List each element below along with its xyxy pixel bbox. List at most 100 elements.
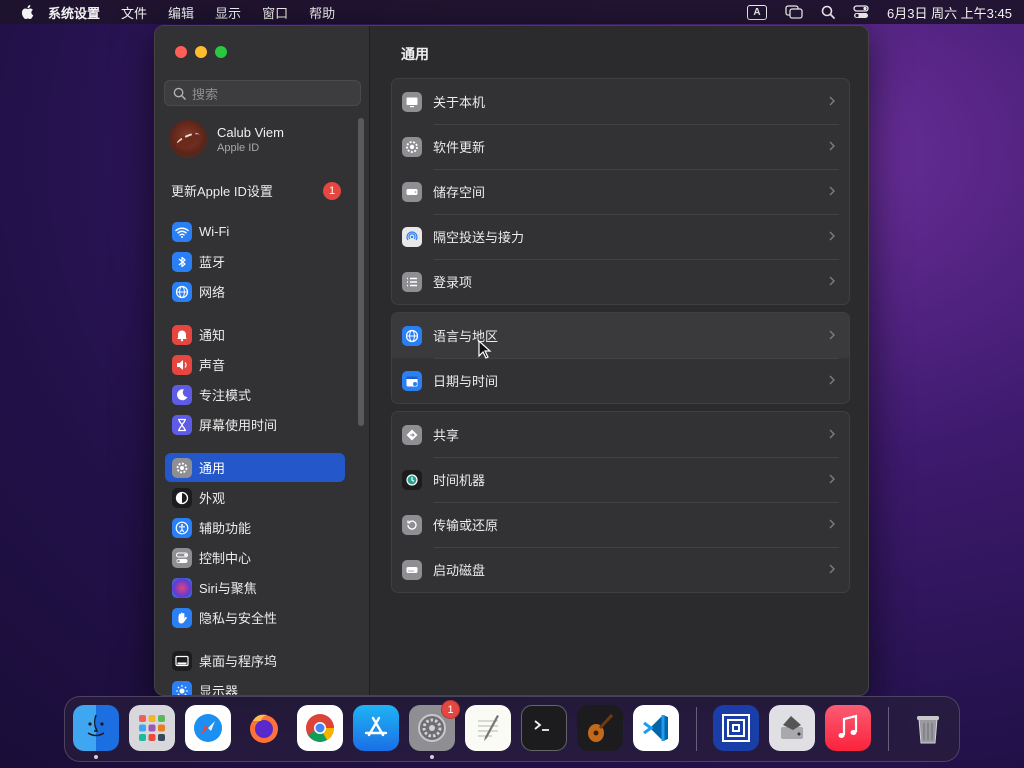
row-time-machine[interactable]: 时间机器 bbox=[392, 457, 849, 502]
sidebar-item-focus[interactable]: 专注模式 bbox=[165, 380, 345, 409]
vscode-icon bbox=[643, 715, 668, 741]
sidebar-item-label: 通知 bbox=[199, 328, 226, 343]
row-label: 传输或还原 bbox=[433, 518, 499, 533]
dock-finder[interactable] bbox=[73, 705, 119, 751]
chevron-right-icon bbox=[829, 429, 835, 439]
sidebar-item-network[interactable]: 网络 bbox=[165, 277, 345, 306]
sun-icon bbox=[172, 680, 192, 695]
sidebar-item-sound[interactable]: 声音 bbox=[165, 350, 345, 379]
row-language-region[interactable]: 语言与地区 bbox=[392, 313, 849, 358]
apple-menu-icon[interactable] bbox=[18, 3, 36, 21]
close-button[interactable] bbox=[175, 46, 187, 58]
dock-textedit[interactable] bbox=[465, 705, 511, 751]
sidebar-item-label: 屏幕使用时间 bbox=[199, 418, 278, 433]
row-storage[interactable]: 储存空间 bbox=[392, 169, 849, 214]
dock-vscode[interactable] bbox=[633, 705, 679, 751]
row-airdrop-handoff[interactable]: 隔空投送与接力 bbox=[392, 214, 849, 259]
clock-datetime[interactable]: 6月3日 周六 上午3:45 bbox=[887, 3, 1012, 22]
menu-window[interactable]: 窗口 bbox=[262, 3, 288, 22]
row-sharing[interactable]: 共享 bbox=[392, 412, 849, 457]
disk-icon bbox=[402, 559, 422, 580]
textedit-icon bbox=[478, 715, 499, 741]
dock-trash[interactable] bbox=[905, 705, 951, 751]
row-date-time[interactable]: 日期与时间 bbox=[392, 358, 849, 403]
settings-group-sharing: 共享 时间机器 传输或还原 启动磁盘 bbox=[391, 411, 850, 593]
sidebar-item-bluetooth[interactable]: 蓝牙 bbox=[165, 247, 345, 276]
hourglass-icon bbox=[172, 414, 192, 435]
row-transfer-reset[interactable]: 传输或还原 bbox=[392, 502, 849, 547]
row-about[interactable]: 关于本机 bbox=[392, 79, 849, 124]
sidebar-item-label: 桌面与程序坞 bbox=[199, 654, 278, 669]
spotlight-icon[interactable] bbox=[821, 5, 835, 19]
chevron-right-icon bbox=[829, 519, 835, 529]
dock-screen-recorder[interactable] bbox=[713, 705, 759, 751]
sidebar: 搜索 Calub Viem Apple ID 更新Apple ID设置 1 Wi… bbox=[155, 26, 370, 695]
sidebar-item-general[interactable]: 通用 bbox=[165, 453, 345, 482]
sidebar-item-control-center[interactable]: 控制中心 bbox=[165, 543, 345, 572]
chevron-right-icon bbox=[829, 330, 835, 340]
input-source-icon[interactable]: A bbox=[747, 4, 767, 20]
chevron-right-icon bbox=[829, 96, 835, 106]
menu-file[interactable]: 文件 bbox=[121, 3, 147, 22]
sidebar-item-privacy[interactable]: 隐私与安全性 bbox=[165, 603, 345, 632]
control-center-icon[interactable] bbox=[853, 5, 869, 19]
sidebar-item-notifications[interactable]: 通知 bbox=[165, 320, 345, 349]
sidebar-item-label: 显示器 bbox=[199, 684, 239, 696]
settings-group-locale: 语言与地区 日期与时间 bbox=[391, 312, 850, 404]
dock-terminal[interactable] bbox=[521, 705, 567, 751]
row-login-items[interactable]: 登录项 bbox=[392, 259, 849, 304]
dock-garageband[interactable] bbox=[577, 705, 623, 751]
apple-id-profile[interactable]: Calub Viem Apple ID bbox=[169, 120, 284, 158]
menu-bar: 系统设置 文件 编辑 显示 窗口 帮助 A 6月3日 周六 上午3:45 bbox=[0, 0, 1024, 24]
sidebar-item-desktop-dock[interactable]: 桌面与程序坞 bbox=[165, 646, 345, 675]
sidebar-item-appearance[interactable]: 外观 bbox=[165, 483, 345, 512]
guitar-icon bbox=[588, 713, 614, 742]
settings-badge: 1 bbox=[441, 700, 460, 719]
launchpad-icon bbox=[139, 715, 165, 741]
minimize-button[interactable] bbox=[195, 46, 207, 58]
system-settings-window: 搜索 Calub Viem Apple ID 更新Apple ID设置 1 Wi… bbox=[154, 25, 869, 696]
zoom-button[interactable] bbox=[215, 46, 227, 58]
drive-icon bbox=[402, 181, 422, 202]
row-label: 共享 bbox=[433, 428, 460, 443]
row-label: 登录项 bbox=[433, 275, 473, 290]
time-machine-icon bbox=[402, 469, 422, 490]
menu-help[interactable]: 帮助 bbox=[309, 3, 335, 22]
dock: 1 bbox=[64, 696, 960, 762]
sidebar-item-accessibility[interactable]: 辅助功能 bbox=[165, 513, 345, 542]
restore-icon bbox=[402, 514, 422, 535]
sidebar-item-siri[interactable]: Siri与聚焦 bbox=[165, 573, 345, 602]
sidebar-item-label: Wi-Fi bbox=[199, 224, 230, 239]
dock-launchpad[interactable] bbox=[129, 705, 175, 751]
dock-firefox[interactable] bbox=[241, 705, 287, 751]
profile-name: Calub Viem bbox=[217, 124, 284, 140]
app-name-menu[interactable]: 系统设置 bbox=[48, 3, 100, 22]
dock-chrome[interactable] bbox=[297, 705, 343, 751]
update-apple-id-row[interactable]: 更新Apple ID设置 1 bbox=[171, 181, 341, 200]
sidebar-item-screen-time[interactable]: 屏幕使用时间 bbox=[165, 410, 345, 439]
accessibility-icon bbox=[172, 517, 192, 538]
menu-edit[interactable]: 编辑 bbox=[168, 3, 194, 22]
search-field[interactable]: 搜索 bbox=[164, 80, 361, 106]
sidebar-item-label: 通用 bbox=[199, 461, 226, 476]
chrome-icon bbox=[306, 714, 334, 742]
search-placeholder: 搜索 bbox=[192, 86, 219, 102]
sidebar-scrollbar[interactable] bbox=[358, 118, 364, 426]
search-icon bbox=[173, 87, 186, 100]
dock-app-store[interactable] bbox=[353, 705, 399, 751]
dock-disk-utility[interactable] bbox=[769, 705, 815, 751]
row-startup-disk[interactable]: 启动磁盘 bbox=[392, 547, 849, 592]
sidebar-item-label: 辅助功能 bbox=[199, 521, 252, 536]
row-software-update[interactable]: 软件更新 bbox=[392, 124, 849, 169]
dock-safari[interactable] bbox=[185, 705, 231, 751]
notification-badge: 1 bbox=[323, 181, 341, 200]
concentric-squares-icon bbox=[722, 714, 750, 742]
dock-music[interactable] bbox=[825, 705, 871, 751]
stage-manager-icon[interactable] bbox=[785, 5, 803, 19]
chevron-right-icon bbox=[829, 141, 835, 151]
sidebar-item-displays[interactable]: 显示器 bbox=[165, 676, 345, 696]
chevron-right-icon bbox=[829, 564, 835, 574]
sidebar-item-wifi[interactable]: Wi-Fi bbox=[165, 217, 345, 246]
menu-view[interactable]: 显示 bbox=[215, 3, 241, 22]
hand-icon bbox=[172, 607, 192, 628]
